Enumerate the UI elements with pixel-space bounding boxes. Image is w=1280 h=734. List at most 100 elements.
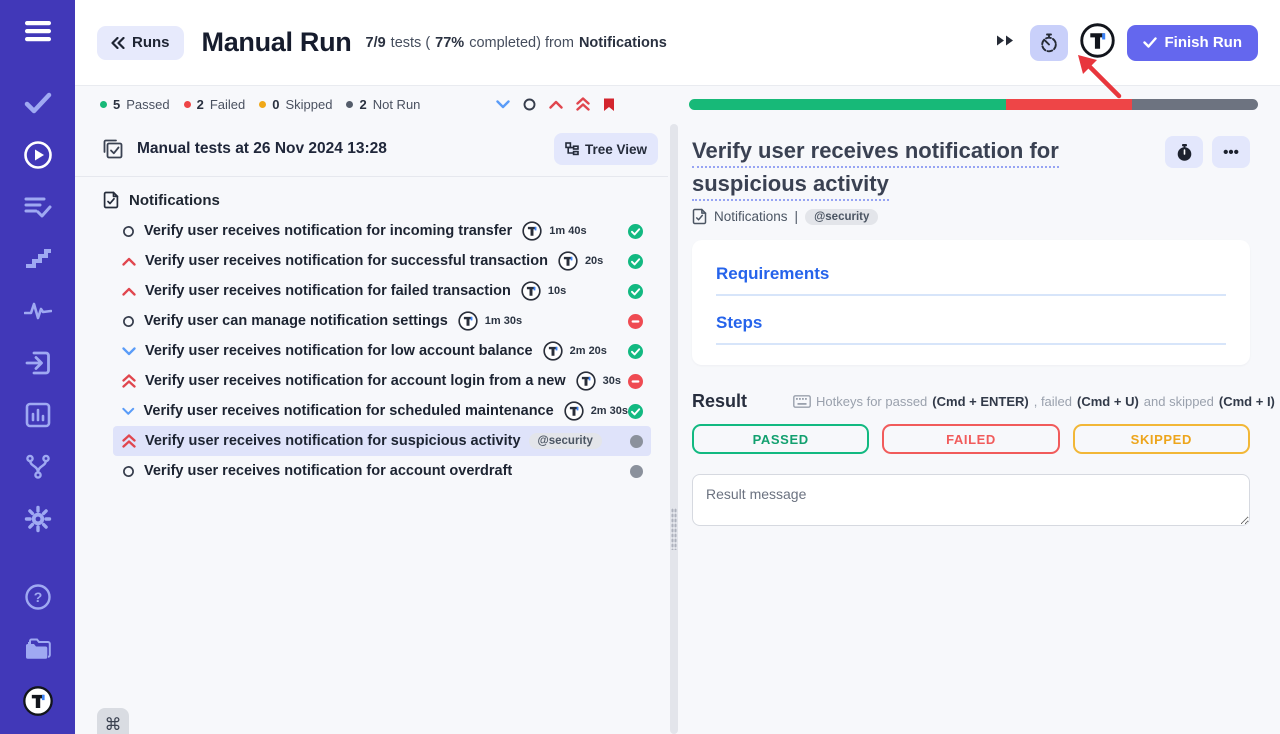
check-icon bbox=[1143, 37, 1157, 48]
settings-gear-icon[interactable] bbox=[23, 504, 53, 534]
suite-folder-label: Notifications bbox=[129, 192, 220, 209]
run-list-title: Manual tests at 26 Nov 2024 13:28 bbox=[137, 140, 387, 158]
test-source-logo-icon bbox=[576, 371, 596, 391]
priority-low-icon[interactable] bbox=[496, 100, 510, 109]
priority-normal-icon bbox=[122, 315, 135, 328]
test-content-card: Requirements Steps bbox=[692, 240, 1250, 365]
more-options-button[interactable]: ••• bbox=[1212, 136, 1250, 168]
stopwatch-icon bbox=[1039, 33, 1059, 53]
priority-blocker-bookmark-icon[interactable] bbox=[603, 97, 615, 112]
failed-button[interactable]: FAILED bbox=[882, 424, 1059, 454]
suite-file-icon bbox=[692, 208, 707, 225]
test-row[interactable]: Verify user receives notification for fa… bbox=[113, 276, 651, 306]
test-timer-button[interactable] bbox=[1165, 136, 1203, 168]
test-row[interactable]: Verify user receives notification for in… bbox=[113, 216, 651, 246]
hotkeys-hint: Hotkeys for passed (Cmd + ENTER) , faile… bbox=[793, 394, 1275, 409]
notrun-summary: 2Not Run bbox=[346, 97, 420, 112]
security-tag-badge[interactable]: @security bbox=[805, 209, 878, 225]
test-duration: 1m 30s bbox=[485, 315, 522, 327]
priority-low-icon bbox=[122, 407, 135, 416]
test-source-logo-icon bbox=[521, 281, 541, 301]
priority-normal-icon bbox=[122, 465, 135, 478]
app-logo[interactable] bbox=[23, 686, 53, 716]
import-icon[interactable] bbox=[23, 348, 53, 378]
test-list-header: Manual tests at 26 Nov 2024 13:28 Tree V… bbox=[75, 122, 668, 177]
pulse-icon[interactable] bbox=[23, 296, 53, 326]
test-source-logo-icon bbox=[564, 401, 584, 421]
status-failed-icon bbox=[628, 374, 643, 389]
menu-icon[interactable] bbox=[23, 16, 53, 46]
timer-button[interactable] bbox=[1030, 25, 1068, 61]
brand-logo[interactable] bbox=[1080, 23, 1115, 63]
command-shortcut-button[interactable]: ⌘ bbox=[97, 708, 129, 734]
result-message-input[interactable] bbox=[692, 474, 1250, 526]
test-row-selected[interactable]: Verify user receives notification for su… bbox=[113, 426, 651, 456]
test-source-logo-icon bbox=[522, 221, 542, 241]
panel-splitter[interactable] bbox=[670, 124, 678, 734]
skipped-button[interactable]: SKIPPED bbox=[1073, 424, 1250, 454]
test-row[interactable]: Verify user receives notification for su… bbox=[113, 246, 651, 276]
steps-section-link[interactable]: Steps bbox=[716, 313, 1226, 345]
checklist-icon bbox=[103, 139, 123, 159]
test-plans-icon[interactable] bbox=[23, 192, 53, 222]
requirements-section-link[interactable]: Requirements bbox=[716, 264, 1226, 296]
run-progress-subtitle: 7/9 tests ( 77% completed) from Notifica… bbox=[366, 35, 667, 51]
analytics-icon[interactable] bbox=[23, 400, 53, 430]
test-row[interactable]: Verify user receives notification for sc… bbox=[113, 396, 651, 426]
priority-critical-icon[interactable] bbox=[576, 97, 590, 111]
tree-view-button[interactable]: Tree View bbox=[554, 133, 658, 165]
finish-run-label: Finish Run bbox=[1165, 34, 1243, 51]
skipped-summary: 0Skipped bbox=[259, 97, 332, 112]
test-duration: 2m 20s bbox=[570, 345, 607, 357]
projects-folder-icon[interactable] bbox=[23, 634, 53, 664]
test-duration: 10s bbox=[548, 285, 566, 297]
test-source-logo-icon bbox=[558, 251, 578, 271]
result-heading: Result bbox=[692, 391, 747, 412]
test-row[interactable]: Verify user receives notification for ac… bbox=[113, 366, 651, 396]
tests-fraction: 7/9 bbox=[366, 35, 386, 51]
priority-critical-icon bbox=[122, 374, 136, 388]
help-icon[interactable]: ? bbox=[23, 582, 53, 612]
status-passed-icon bbox=[628, 224, 643, 239]
fast-forward-icon[interactable] bbox=[996, 34, 1014, 52]
tests-check-icon[interactable] bbox=[23, 88, 53, 118]
breadcrumb-suite[interactable]: Notifications bbox=[714, 209, 788, 224]
test-row[interactable]: Verify user can manage notification sett… bbox=[113, 306, 651, 336]
priority-critical-icon bbox=[122, 434, 136, 448]
test-source-logo-icon bbox=[543, 341, 563, 361]
status-failed-icon bbox=[628, 314, 643, 329]
skipped-dot-icon bbox=[259, 101, 266, 108]
progress-notrun-segment bbox=[1132, 99, 1258, 110]
ellipsis-icon: ••• bbox=[1223, 144, 1239, 161]
keyboard-icon bbox=[793, 395, 811, 408]
run-progress-bar[interactable] bbox=[689, 99, 1258, 110]
test-row[interactable]: Verify user receives notification for ac… bbox=[113, 456, 651, 486]
test-row[interactable]: Verify user receives notification for lo… bbox=[113, 336, 651, 366]
finish-run-button[interactable]: Finish Run bbox=[1127, 25, 1259, 61]
test-detail-panel: Verify user receives notification for su… bbox=[692, 122, 1250, 734]
breadcrumb: Notifications | @security bbox=[692, 208, 1250, 225]
failed-summary: 2Failed bbox=[184, 97, 246, 112]
branch-icon[interactable] bbox=[23, 452, 53, 482]
priority-high-icon[interactable] bbox=[549, 100, 563, 109]
status-passed-icon bbox=[628, 404, 643, 419]
progress-failed-segment bbox=[1006, 99, 1132, 110]
runs-play-icon[interactable] bbox=[23, 140, 53, 170]
hotkey-failed: (Cmd + U) bbox=[1077, 394, 1139, 409]
test-duration: 2m 30s bbox=[591, 405, 628, 417]
main-sidebar: ? bbox=[0, 0, 75, 734]
steps-stairs-icon[interactable] bbox=[23, 244, 53, 274]
progress-passed-segment bbox=[689, 99, 1005, 110]
percent-completed: 77% bbox=[435, 35, 464, 51]
priority-normal-icon[interactable] bbox=[523, 98, 536, 111]
passed-button[interactable]: PASSED bbox=[692, 424, 869, 454]
status-passed-icon bbox=[628, 344, 643, 359]
passed-summary: 5Passed bbox=[100, 97, 170, 112]
tree-view-icon bbox=[565, 142, 579, 156]
back-to-runs-button[interactable]: Runs bbox=[97, 26, 184, 60]
run-status-bar: 5Passed 2Failed 0Skipped 2Not Run bbox=[75, 86, 1280, 122]
priority-low-icon bbox=[122, 347, 136, 356]
suite-folder-row[interactable]: Notifications bbox=[75, 191, 668, 209]
stopwatch-icon bbox=[1177, 144, 1192, 161]
test-duration: 30s bbox=[603, 375, 621, 387]
